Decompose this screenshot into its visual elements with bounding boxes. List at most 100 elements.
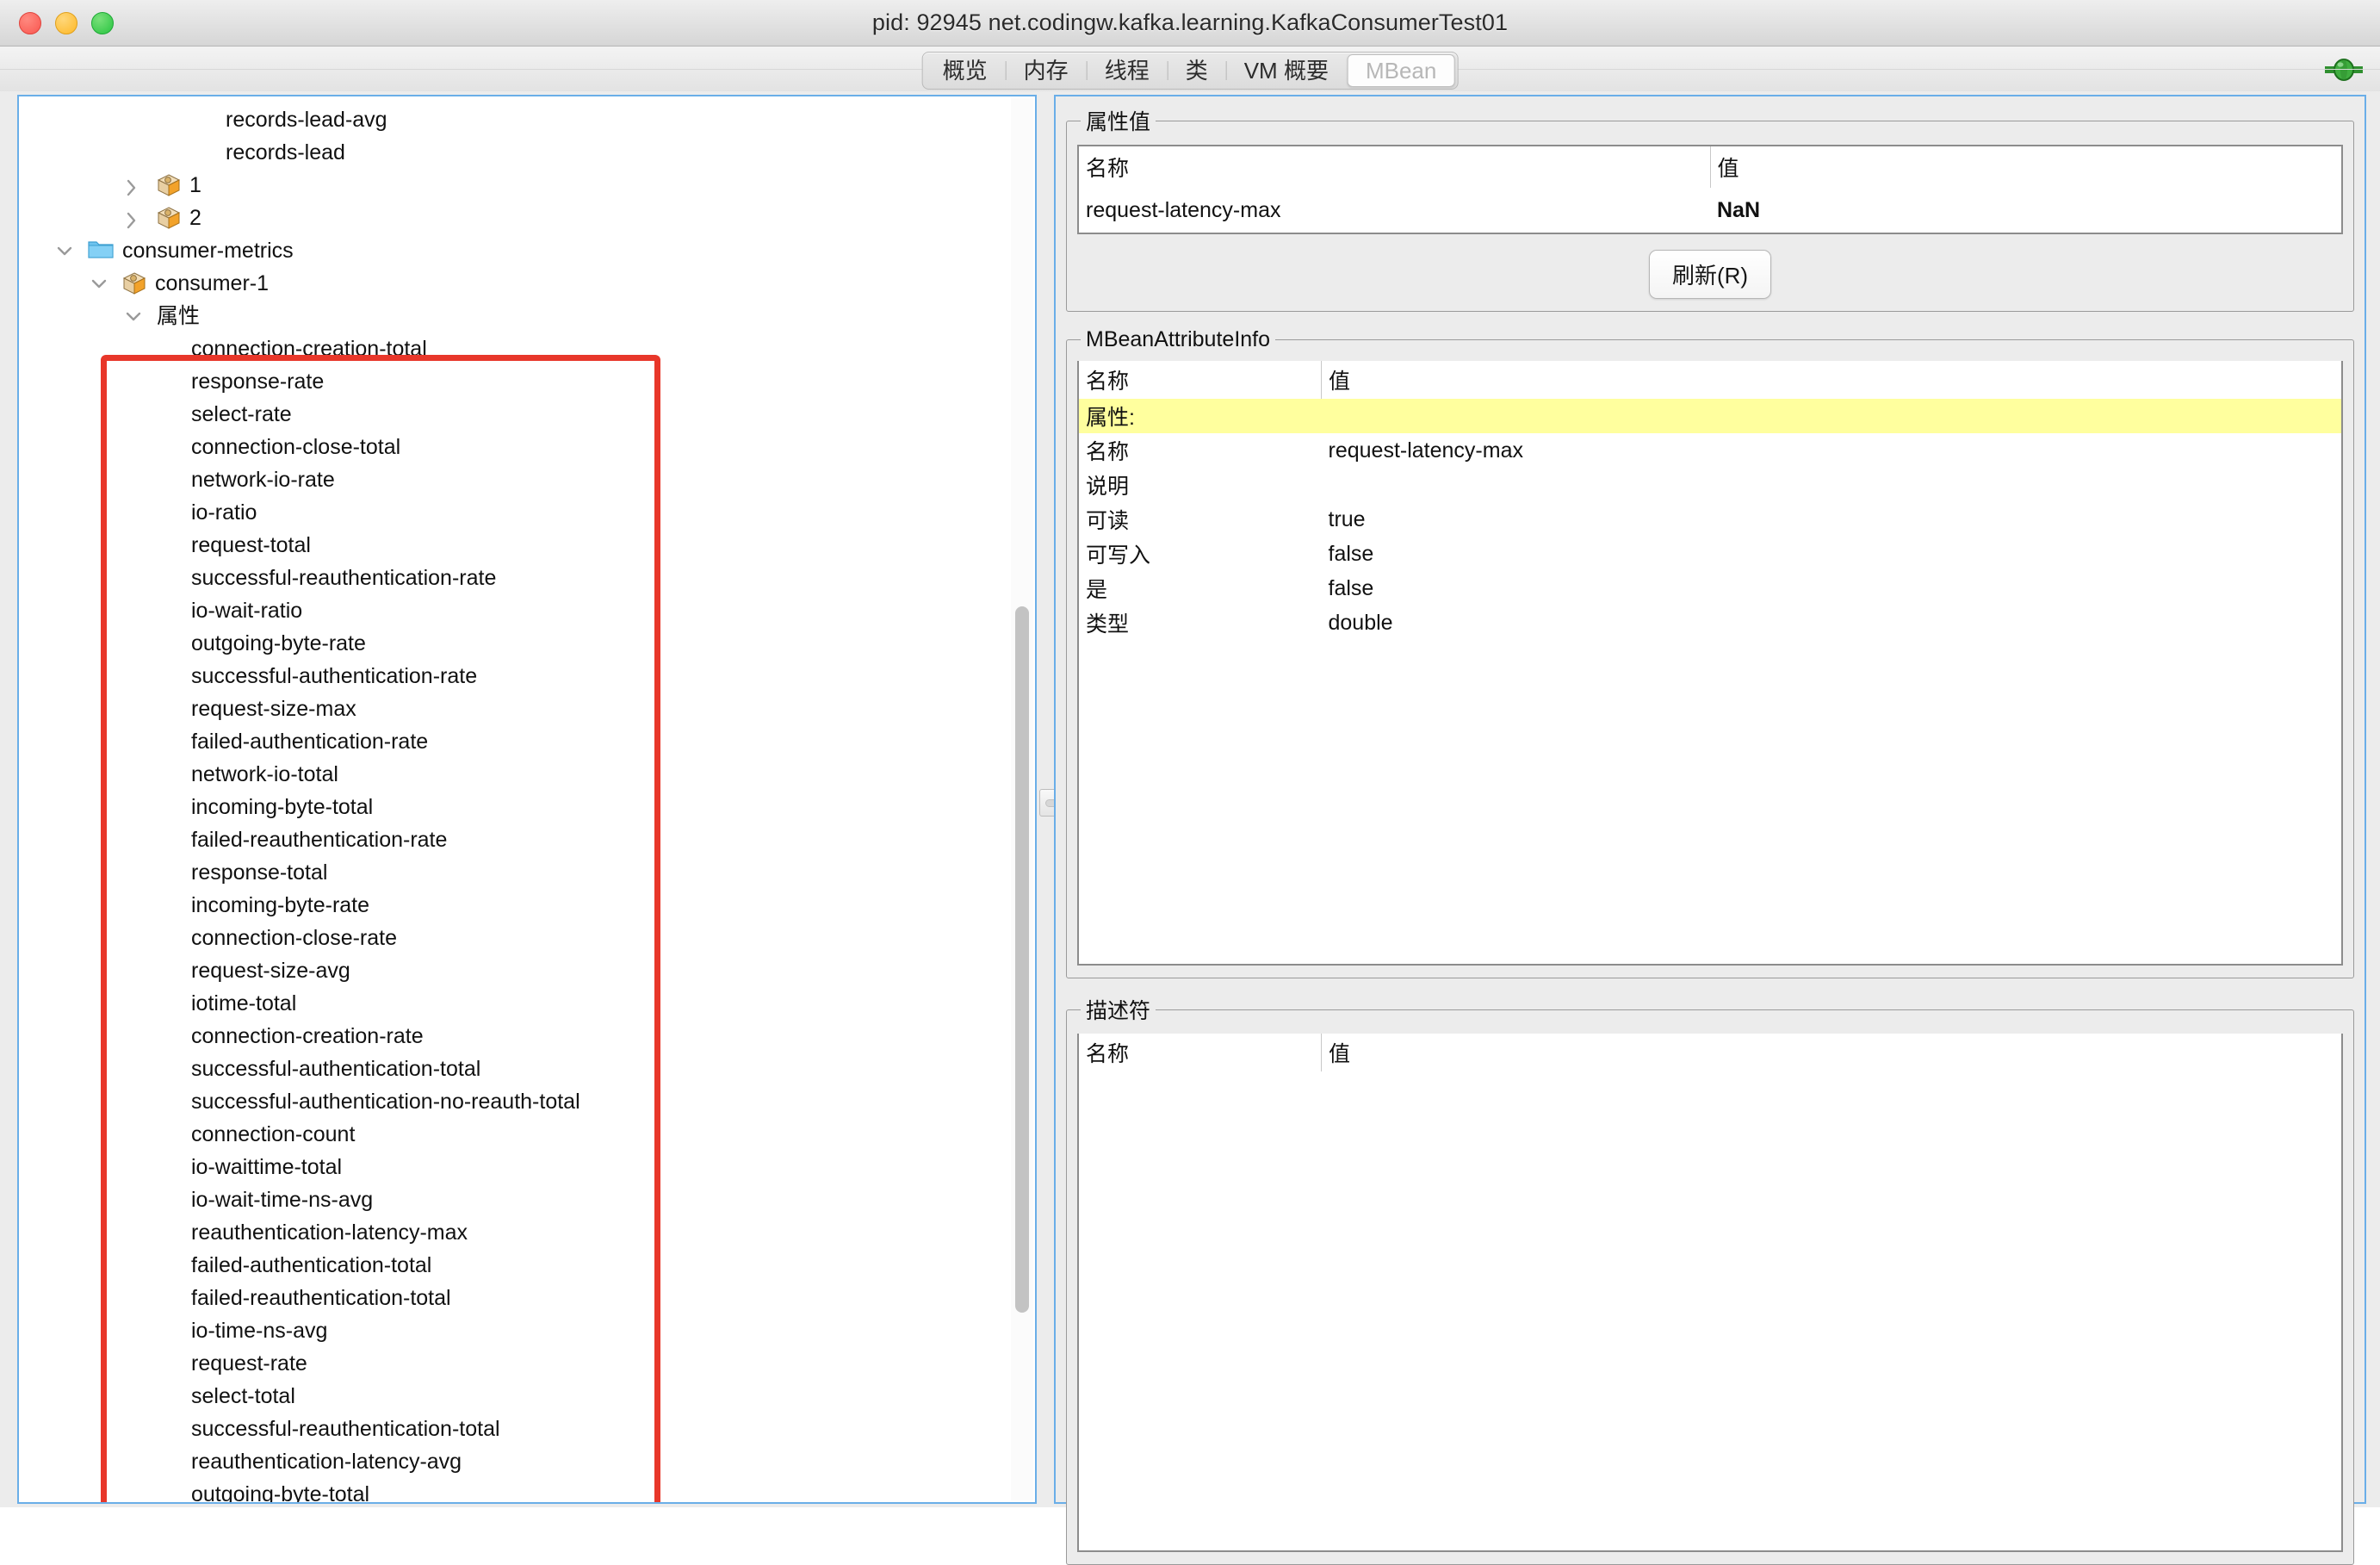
tree-row[interactable]: connection-count bbox=[19, 1118, 1035, 1151]
tree-row[interactable]: failed-authentication-total bbox=[19, 1249, 1035, 1282]
tree-row[interactable]: successful-authentication-total bbox=[19, 1053, 1035, 1085]
tab-3[interactable]: 线程 bbox=[1086, 54, 1167, 87]
tree-row[interactable]: failed-authentication-rate bbox=[19, 725, 1035, 758]
column-header-value[interactable]: 值 bbox=[1710, 146, 2342, 188]
tree-row[interactable]: response-total bbox=[19, 856, 1035, 889]
chevron-down-icon[interactable] bbox=[124, 300, 143, 332]
tree-row[interactable]: records-lead-avg bbox=[19, 103, 1035, 136]
tree-row-label: successful-authentication-total bbox=[191, 1057, 481, 1081]
refresh-button[interactable]: 刷新(R) bbox=[1648, 250, 1772, 299]
tree-row[interactable]: successful-reauthentication-rate bbox=[19, 562, 1035, 594]
tree-row[interactable]: failed-reauthentication-rate bbox=[19, 823, 1035, 856]
tree-row[interactable]: select-total bbox=[19, 1380, 1035, 1413]
chevron-down-icon[interactable] bbox=[55, 234, 74, 267]
mbean-attribute-info-table[interactable]: 名称值属性: 名称 request-latency-max 说明 可读 true 可写入 fa… bbox=[1079, 361, 2341, 640]
attribute-value-cell[interactable]: NaN bbox=[1710, 188, 2342, 233]
tab-group: 概览 内存 线程 类 VM 概要 MBean bbox=[921, 52, 1459, 90]
tree-row[interactable]: failed-reauthentication-total bbox=[19, 1282, 1035, 1314]
table-row[interactable]: 属性: bbox=[1079, 399, 2341, 433]
tree-row[interactable]: 属性 bbox=[19, 300, 1035, 332]
tree-row[interactable]: consumer-1 bbox=[19, 267, 1035, 300]
minimize-button[interactable] bbox=[55, 12, 77, 34]
table-row[interactable]: 是 false bbox=[1079, 571, 2341, 606]
tree-row[interactable]: successful-authentication-no-reauth-tota… bbox=[19, 1085, 1035, 1118]
tree-vertical-scrollbar[interactable] bbox=[1011, 98, 1033, 1500]
tree-row[interactable]: connection-creation-total bbox=[19, 332, 1035, 365]
table-row[interactable]: 说明 bbox=[1079, 468, 2341, 502]
attribute-name-cell[interactable]: request-latency-max bbox=[1078, 188, 1710, 233]
column-header-name[interactable]: 名称 bbox=[1078, 146, 1711, 188]
info-key-cell[interactable]: 说明 bbox=[1079, 468, 1322, 502]
tree-row[interactable]: response-rate bbox=[19, 365, 1035, 398]
tree-row[interactable]: select-rate bbox=[19, 398, 1035, 431]
column-header-value[interactable]: 值 bbox=[1322, 361, 2342, 399]
column-header-name[interactable]: 名称 bbox=[1079, 1034, 1322, 1071]
info-key-cell[interactable]: 是 bbox=[1079, 571, 1322, 606]
info-value-cell[interactable]: false bbox=[1322, 571, 2342, 606]
info-value-cell[interactable]: request-latency-max bbox=[1322, 433, 2342, 468]
chevron-right-icon[interactable] bbox=[124, 202, 143, 234]
tree-row[interactable]: io-wait-time-ns-avg bbox=[19, 1183, 1035, 1216]
descriptor-table[interactable]: 名称值 bbox=[1079, 1034, 2341, 1071]
table-row[interactable]: request-latency-max NaN bbox=[1078, 188, 2342, 233]
info-key-cell[interactable]: 类型 bbox=[1079, 606, 1322, 640]
column-header-value[interactable]: 值 bbox=[1322, 1034, 2342, 1071]
tree-row[interactable]: successful-authentication-rate bbox=[19, 660, 1035, 692]
table-row[interactable]: 类型 double bbox=[1079, 606, 2341, 640]
info-key-cell[interactable]: 可写入 bbox=[1079, 537, 1322, 571]
tree-row[interactable]: connection-close-total bbox=[19, 431, 1035, 463]
attribute-value-table[interactable]: 名称 值 request-latency-max NaN bbox=[1077, 145, 2343, 234]
info-value-cell[interactable] bbox=[1322, 468, 2342, 502]
tree-row[interactable]: reauthentication-latency-max bbox=[19, 1216, 1035, 1249]
tree-row[interactable]: io-wait-ratio bbox=[19, 594, 1035, 627]
tree-row[interactable]: 1 bbox=[19, 169, 1035, 202]
tree-row[interactable]: request-total bbox=[19, 529, 1035, 562]
table-row[interactable]: 可读 true bbox=[1079, 502, 2341, 537]
descriptor-body[interactable]: 名称值 bbox=[1077, 1034, 2343, 1552]
mbean-tree-panel[interactable]: records-lead-avg records-lead 1 2 consumer-m… bbox=[17, 95, 1037, 1504]
mbean-tree[interactable]: records-lead-avg records-lead 1 2 consumer-m… bbox=[19, 96, 1035, 1502]
tree-row[interactable]: request-size-max bbox=[19, 692, 1035, 725]
tree-row[interactable]: incoming-byte-total bbox=[19, 791, 1035, 823]
chevron-down-icon[interactable] bbox=[90, 267, 108, 300]
plug-connected-icon[interactable] bbox=[2325, 59, 2363, 81]
tree-scrollbar-thumb[interactable] bbox=[1015, 606, 1029, 1313]
table-row[interactable]: 名称 request-latency-max bbox=[1079, 433, 2341, 468]
info-value-cell[interactable]: double bbox=[1322, 606, 2342, 640]
info-value-cell[interactable]: true bbox=[1322, 502, 2342, 537]
tab-6[interactable]: MBean bbox=[1347, 54, 1455, 87]
tree-row[interactable]: incoming-byte-rate bbox=[19, 889, 1035, 922]
tree-row[interactable]: reauthentication-latency-avg bbox=[19, 1445, 1035, 1478]
tree-row[interactable]: consumer-metrics bbox=[19, 234, 1035, 267]
tab-1[interactable]: 概览 bbox=[926, 54, 1005, 87]
tree-row[interactable]: iotime-total bbox=[19, 987, 1035, 1020]
close-button[interactable] bbox=[19, 12, 41, 34]
tree-row[interactable]: network-io-rate bbox=[19, 463, 1035, 496]
mbean-attribute-info-body[interactable]: 名称值属性: 名称 request-latency-max 说明 可读 true 可写入 fa… bbox=[1077, 361, 2343, 966]
tree-row[interactable]: records-lead bbox=[19, 136, 1035, 169]
column-header-name[interactable]: 名称 bbox=[1079, 361, 1322, 399]
tab-4[interactable]: 类 bbox=[1167, 54, 1225, 87]
zoom-button[interactable] bbox=[91, 12, 114, 34]
tree-row[interactable]: connection-close-rate bbox=[19, 922, 1035, 954]
tree-row[interactable]: connection-creation-rate bbox=[19, 1020, 1035, 1053]
tree-row[interactable]: 2 bbox=[19, 202, 1035, 234]
tree-row[interactable]: outgoing-byte-rate bbox=[19, 627, 1035, 660]
table-row[interactable]: 可写入 false bbox=[1079, 537, 2341, 571]
tree-row[interactable]: successful-reauthentication-total bbox=[19, 1413, 1035, 1445]
chevron-right-icon[interactable] bbox=[124, 169, 143, 202]
tree-row[interactable]: outgoing-byte-total bbox=[19, 1478, 1035, 1502]
info-key-cell[interactable]: 名称 bbox=[1079, 433, 1322, 468]
tree-row[interactable]: io-time-ns-avg bbox=[19, 1314, 1035, 1347]
tree-row[interactable]: network-io-total bbox=[19, 758, 1035, 791]
info-key-cell[interactable]: 可读 bbox=[1079, 502, 1322, 537]
tree-row[interactable]: io-waittime-total bbox=[19, 1151, 1035, 1183]
info-key-cell[interactable]: 属性: bbox=[1079, 399, 1322, 433]
info-value-cell[interactable]: false bbox=[1322, 537, 2342, 571]
tree-row[interactable]: io-ratio bbox=[19, 496, 1035, 529]
tree-row[interactable]: request-size-avg bbox=[19, 954, 1035, 987]
info-value-cell[interactable] bbox=[1321, 399, 2341, 433]
tab-5[interactable]: VM 概要 bbox=[1225, 54, 1346, 87]
tab-2[interactable]: 内存 bbox=[1005, 54, 1086, 87]
tree-row[interactable]: request-rate bbox=[19, 1347, 1035, 1380]
